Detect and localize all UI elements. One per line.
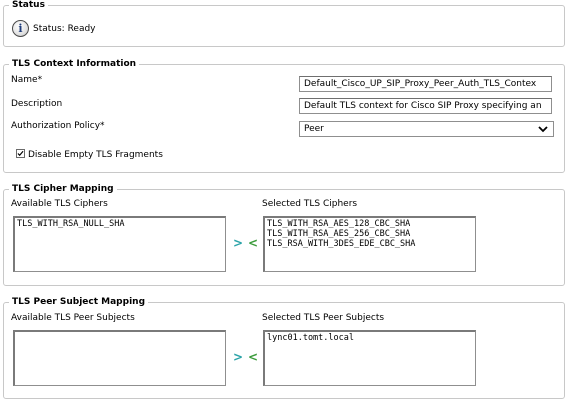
cipher-mapping-legend: TLS Cipher Mapping (12, 184, 114, 194)
selected-peer-subjects-list[interactable]: lync01.tomt.local (263, 330, 476, 386)
chevron-down-icon (538, 126, 548, 133)
checkmark-icon (17, 150, 24, 157)
list-item[interactable]: TLS_RSA_WITH_3DES_EDE_CBC_SHA (267, 239, 473, 249)
name-field[interactable]: Default_Cisco_UP_SIP_Proxy_Peer_Auth_TLS… (299, 76, 552, 92)
status-legend: Status (12, 0, 45, 10)
peer-subject-mapping-legend: TLS Peer Subject Mapping (12, 297, 146, 307)
selected-ciphers-label: Selected TLS Ciphers (262, 199, 358, 209)
list-item[interactable]: TLS_WITH_RSA_NULL_SHA (17, 219, 223, 229)
available-peer-subjects-list[interactable] (13, 330, 226, 386)
list-item[interactable]: TLS_WITH_RSA_AES_256_CBC_SHA (267, 229, 473, 239)
description-field[interactable]: Default TLS context for Cisco SIP Proxy … (299, 98, 552, 114)
name-label: Name* (11, 75, 43, 85)
disable-empty-fragments-checkbox[interactable] (16, 149, 25, 158)
available-ciphers-list[interactable]: TLS_WITH_RSA_NULL_SHA (13, 216, 226, 272)
move-left-arrow-icon[interactable]: < (248, 237, 258, 249)
available-peer-subjects-label: Available TLS Peer Subjects (11, 313, 135, 323)
authorization-policy-value: Peer (304, 124, 324, 134)
move-right-arrow-icon[interactable]: > (233, 237, 243, 249)
list-item[interactable]: lync01.tomt.local (267, 333, 473, 343)
move-right-arrow-icon[interactable]: > (233, 351, 243, 363)
required-marker: * (37, 75, 43, 85)
info-icon: i (12, 20, 29, 37)
disable-empty-fragments-label: Disable Empty TLS Fragments (28, 150, 163, 160)
authorization-policy-label: Authorization Policy* (11, 121, 105, 131)
selected-ciphers-list[interactable]: TLS_WITH_RSA_AES_128_CBC_SHA TLS_WITH_RS… (263, 216, 476, 272)
description-label: Description (11, 99, 63, 109)
move-left-arrow-icon[interactable]: < (248, 351, 258, 363)
list-item[interactable]: TLS_WITH_RSA_AES_128_CBC_SHA (267, 219, 473, 229)
available-ciphers-label: Available TLS Ciphers (11, 199, 108, 209)
selected-peer-subjects-label: Selected TLS Peer Subjects (262, 313, 385, 323)
tls-context-legend: TLS Context Information (12, 59, 137, 69)
authorization-policy-select[interactable]: Peer (299, 121, 554, 137)
status-text: Status: Ready (33, 24, 96, 34)
required-marker: * (100, 121, 105, 131)
